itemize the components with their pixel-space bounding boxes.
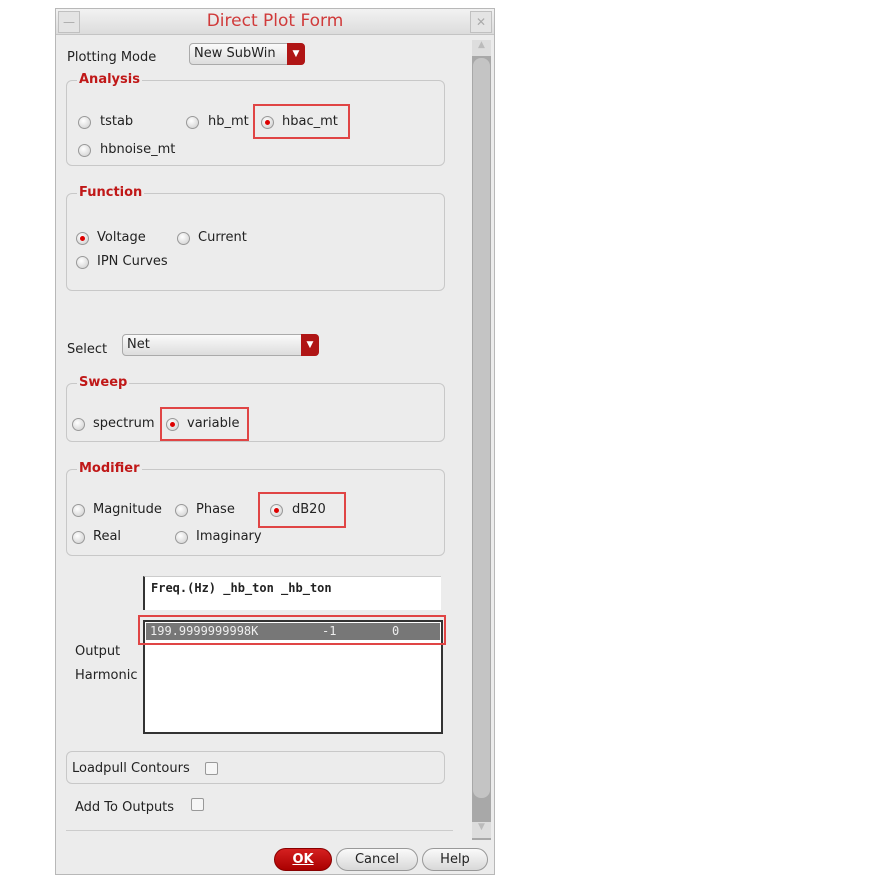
radio-label: dB20	[292, 502, 326, 517]
chevron-down-icon[interactable]: ▼	[301, 334, 319, 356]
sweep-group	[66, 383, 445, 442]
analysis-legend: Analysis	[77, 72, 142, 87]
radio-label: Voltage	[97, 230, 146, 245]
sweep-legend: Sweep	[77, 375, 130, 390]
radio-hb-mt[interactable]	[186, 116, 199, 129]
separator	[66, 830, 453, 831]
add-to-outputs-checkbox[interactable]	[191, 798, 204, 811]
function-legend: Function	[77, 185, 145, 200]
select-dropdown[interactable]: Net	[122, 334, 319, 356]
close-button[interactable]: ✕	[470, 11, 492, 33]
select-value: Net	[127, 337, 150, 352]
window-title: Direct Plot Form	[206, 11, 344, 31]
radio-label: IPN Curves	[97, 254, 168, 269]
ok-button[interactable]: OK	[274, 848, 332, 871]
cancel-button[interactable]: Cancel	[336, 848, 418, 871]
loadpull-label: Loadpull Contours	[72, 761, 190, 776]
highlight-box	[138, 615, 446, 645]
select-label: Select	[67, 342, 108, 357]
radio-label: tstab	[100, 114, 134, 129]
radio-real[interactable]	[72, 531, 85, 544]
plotting-mode-value: New SubWin	[194, 46, 276, 61]
radio-db20[interactable]	[270, 504, 283, 517]
loadpull-checkbox[interactable]	[205, 762, 218, 775]
modifier-legend: Modifier	[77, 461, 142, 476]
radio-imaginary[interactable]	[175, 531, 188, 544]
scroll-down-icon[interactable]: ▼	[472, 822, 491, 838]
chevron-down-icon[interactable]: ▼	[287, 43, 305, 65]
radio-label: Imaginary	[196, 529, 262, 544]
harmonic-list-header: Freq.(Hz) _hb_ton _hb_ton	[143, 576, 441, 610]
radio-hbac-mt[interactable]	[261, 116, 274, 129]
output-label: Output	[75, 644, 121, 659]
radio-label: Current	[198, 230, 247, 245]
scroll-up-icon[interactable]: ▲	[472, 40, 491, 56]
radio-label: hbnoise_mt	[100, 142, 176, 157]
plotting-mode-label: Plotting Mode	[67, 50, 157, 65]
radio-hbnoise-mt[interactable]	[78, 144, 91, 157]
radio-label: hb_mt	[208, 114, 249, 129]
radio-label: Phase	[196, 502, 235, 517]
radio-label: hbac_mt	[282, 114, 338, 129]
radio-variable[interactable]	[166, 418, 179, 431]
add-to-outputs-label: Add To Outputs	[75, 800, 175, 815]
scroll-thumb[interactable]	[473, 58, 490, 798]
radio-current[interactable]	[177, 232, 190, 245]
radio-label: variable	[187, 416, 240, 431]
radio-phase[interactable]	[175, 504, 188, 517]
radio-voltage[interactable]	[76, 232, 89, 245]
radio-ipn-curves[interactable]	[76, 256, 89, 269]
radio-label: Magnitude	[93, 502, 162, 517]
radio-label: spectrum	[93, 416, 155, 431]
harmonic-label: Harmonic	[75, 668, 138, 683]
help-button[interactable]: Help	[422, 848, 488, 871]
radio-tstab[interactable]	[78, 116, 91, 129]
radio-magnitude[interactable]	[72, 504, 85, 517]
radio-label: Real	[93, 529, 122, 544]
radio-spectrum[interactable]	[72, 418, 85, 431]
